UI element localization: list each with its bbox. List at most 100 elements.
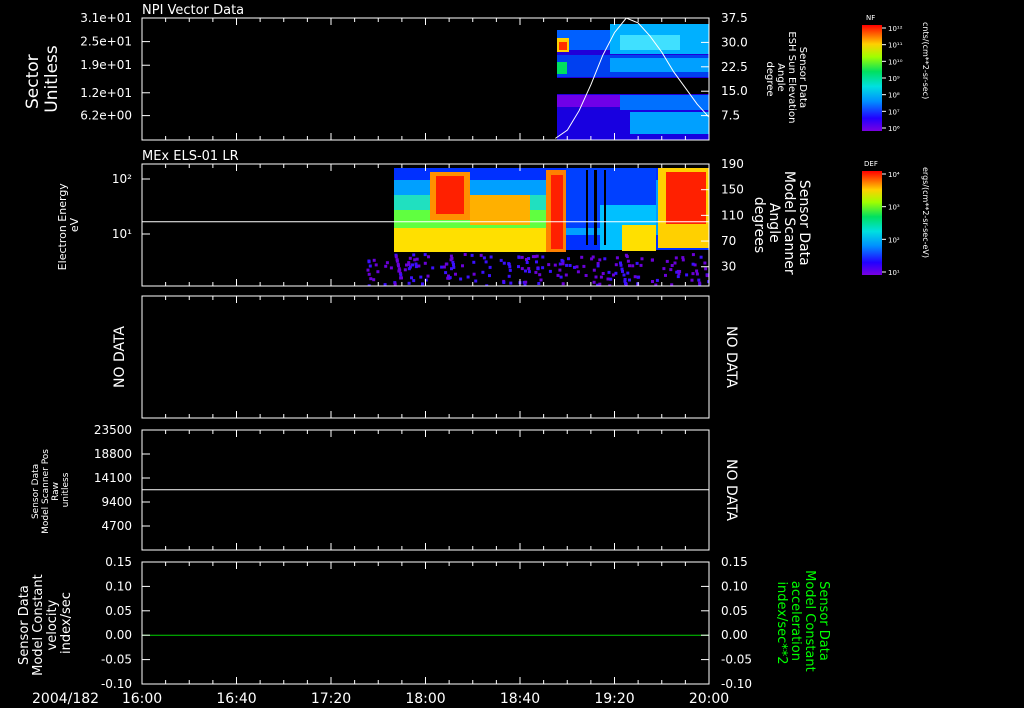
heat-layer bbox=[394, 252, 709, 286]
speckle-dot bbox=[372, 258, 376, 262]
tick-label: 30.0 bbox=[721, 35, 748, 49]
speckle-dot bbox=[367, 260, 371, 264]
speckle-dot bbox=[628, 264, 631, 268]
panel1-ylabel: Sector Unitless bbox=[23, 45, 62, 113]
speckle-dot bbox=[524, 269, 527, 273]
speckle-dot bbox=[539, 278, 543, 282]
speckle-dot bbox=[704, 267, 708, 271]
tick-label: 7.5 bbox=[721, 109, 740, 123]
speckle-dot bbox=[499, 258, 503, 262]
speckle-dot bbox=[520, 255, 524, 259]
tick-label: 0.00 bbox=[105, 628, 132, 642]
speckle-dot bbox=[508, 265, 512, 269]
speckle-dot bbox=[596, 264, 600, 268]
speckle-dot bbox=[442, 265, 446, 269]
speckle-dot bbox=[398, 268, 402, 272]
speckle-dot bbox=[448, 276, 452, 280]
colorbar-tick-label: 10² bbox=[888, 236, 900, 244]
tick-label: 4700 bbox=[101, 519, 132, 533]
speckle-dot bbox=[614, 263, 618, 267]
tick-label: 23500 bbox=[94, 423, 132, 437]
speckle-dot bbox=[547, 263, 551, 267]
speckle-dot bbox=[560, 258, 564, 262]
speckle-dot bbox=[415, 257, 419, 261]
speckle-dot bbox=[411, 263, 414, 267]
speckle-dot bbox=[527, 267, 531, 271]
speckle-dot bbox=[636, 275, 640, 279]
speckle-dot bbox=[538, 273, 542, 277]
tick-label: 6.2e+00 bbox=[80, 109, 132, 123]
panel5-frame bbox=[141, 561, 710, 685]
tick-label: 0.00 bbox=[721, 628, 748, 642]
speckle-dot bbox=[463, 253, 467, 256]
tick-label: 1.9e+01 bbox=[80, 58, 132, 72]
panel2-title: MEx ELS-01 LR bbox=[142, 149, 239, 164]
speckle-dot bbox=[481, 270, 485, 274]
speckle-dot bbox=[655, 278, 659, 282]
speckle-dot bbox=[691, 262, 695, 266]
speckle-dot bbox=[690, 278, 694, 282]
speckle-dot bbox=[472, 272, 476, 276]
rlabel-line: ESH Sun Elevation bbox=[786, 31, 797, 123]
ylabel-line: velocity bbox=[45, 599, 60, 650]
colorbar-def-units: ergs/(cm**2-sr-sec-eV) bbox=[921, 167, 930, 258]
speckle-dot bbox=[621, 269, 624, 273]
panel5-right-label: Sensor Data Model Constant acceleration … bbox=[774, 570, 831, 676]
ylabel-line: Model Constant bbox=[31, 574, 46, 676]
tick-label: 1.2e+01 bbox=[80, 86, 132, 100]
speckle-dot bbox=[524, 280, 528, 284]
speckle-dot bbox=[389, 266, 393, 270]
speckle-dot bbox=[412, 279, 416, 283]
speckle-dot bbox=[601, 272, 605, 275]
time-tick-labels: 16:00 16:40 17:20 18:00 18:40 19:20 20:00 bbox=[122, 691, 729, 707]
ylabel-line: Raw bbox=[51, 482, 61, 501]
speckle-dot bbox=[691, 272, 695, 276]
tick-label: -0.05 bbox=[101, 653, 132, 667]
speckle-dot bbox=[592, 280, 596, 284]
speckle-dot bbox=[607, 270, 611, 274]
rlabel-line: Model Constant bbox=[802, 570, 817, 672]
colorbar-tick-label: 10⁷ bbox=[888, 108, 900, 116]
tick-label: 0.10 bbox=[721, 579, 748, 593]
tick-label: 30 bbox=[721, 260, 736, 274]
colorbar-def: DEF 10⁴ 10³ 10² 10¹ ergs/(cm**2-sr-sec-eV) bbox=[862, 160, 930, 277]
speckle-dot bbox=[488, 274, 491, 278]
colorbar-nf-label: NF bbox=[866, 14, 875, 22]
ylabel-line: Unitless bbox=[42, 45, 62, 113]
speckle-dot bbox=[592, 268, 596, 272]
speckle-dot bbox=[541, 255, 545, 259]
speckle-dot bbox=[419, 275, 423, 279]
speckle-dot bbox=[675, 270, 679, 274]
panel3-frame bbox=[141, 295, 710, 419]
speckle-dot bbox=[407, 281, 411, 285]
speckle-dot bbox=[541, 266, 545, 270]
speckle-dot bbox=[650, 258, 654, 262]
speckle-dot bbox=[484, 260, 488, 264]
rlabel-line: Sensor Data bbox=[796, 180, 812, 266]
colorbar-tick-label: 10¹¹ bbox=[888, 42, 903, 50]
speckle-dot bbox=[673, 261, 677, 265]
speckle-dot bbox=[482, 256, 486, 260]
tick-label: 37.5 bbox=[721, 11, 748, 25]
spectrogram-figure: NPI Vector Data Sector Unitless 3.1e+01 2… bbox=[17, 3, 930, 707]
speckle-dot bbox=[509, 281, 513, 285]
speckle-dot bbox=[624, 253, 628, 257]
rlabel-line: Sensor Data bbox=[797, 47, 808, 108]
speckle-dot bbox=[369, 277, 373, 281]
time-tick-label: 19:20 bbox=[594, 691, 634, 707]
tick-label: 10¹ bbox=[112, 227, 132, 241]
speckle-dot bbox=[639, 263, 643, 267]
speckle-dot bbox=[502, 261, 506, 265]
speckle-dot bbox=[698, 281, 702, 285]
heat-band bbox=[610, 58, 709, 72]
colorbar-tick-label: 10⁴ bbox=[888, 171, 900, 179]
panel1-heatmap bbox=[557, 24, 709, 140]
speckle-dot bbox=[423, 261, 427, 265]
ylabel-line: Sector bbox=[23, 54, 43, 109]
panel2-left-ticks: 10² 10¹ bbox=[112, 172, 150, 241]
speckle-dot bbox=[427, 255, 430, 259]
speckle-dot bbox=[417, 264, 421, 268]
colorbar-tick-label: 10¹ bbox=[888, 269, 900, 277]
speckle-dot bbox=[535, 260, 538, 264]
panel3-right-label: NO DATA bbox=[723, 326, 739, 388]
